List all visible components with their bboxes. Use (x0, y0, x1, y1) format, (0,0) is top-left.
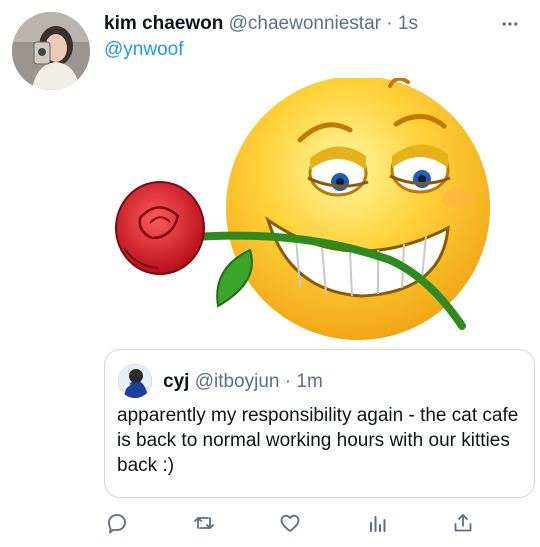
bar-chart-icon (370, 516, 386, 532)
retweet-button[interactable] (189, 508, 219, 538)
quoted-tweet-text: apparently my responsibility again - the… (117, 405, 519, 476)
tweet-timestamp[interactable]: 1s (398, 13, 418, 34)
analytics-button[interactable] (362, 508, 392, 538)
author-display-name[interactable]: kim chaewon (104, 13, 223, 34)
share-icon (454, 514, 472, 532)
quoted-tweet-timestamp: 1m (296, 371, 323, 392)
header-separator: · (386, 13, 393, 34)
tweet-header: kim chaewon @chaewonniestar · 1s (104, 12, 534, 36)
quoted-tweet[interactable]: cyj @itboyjun · 1m apparently my respons… (104, 349, 535, 498)
comment-icon (108, 514, 126, 534)
retweet-icon (194, 517, 214, 529)
author-handle[interactable]: @chaewonniestar (229, 13, 381, 34)
tweet-media[interactable] (100, 78, 540, 340)
author-avatar[interactable] (12, 12, 90, 90)
quoted-header-separator: · (284, 371, 292, 392)
quoted-author-handle: @itboyjun (194, 371, 280, 392)
heart-icon (280, 514, 300, 532)
tweet-action-bar (100, 508, 540, 538)
share-button[interactable] (448, 508, 478, 538)
quoted-tweet-header: cyj @itboyjun · 1m (163, 370, 323, 394)
smirking-emoji-with-rose-image (115, 78, 490, 340)
quoted-author-avatar (118, 364, 152, 398)
reply-button[interactable] (102, 508, 132, 538)
like-button[interactable] (275, 508, 305, 538)
author-avatar-image (12, 12, 90, 90)
quoted-author-name: cyj (163, 371, 190, 392)
reply-mention-link[interactable]: @ynwoof (104, 38, 184, 62)
more-horizontal-icon[interactable] (498, 14, 522, 34)
